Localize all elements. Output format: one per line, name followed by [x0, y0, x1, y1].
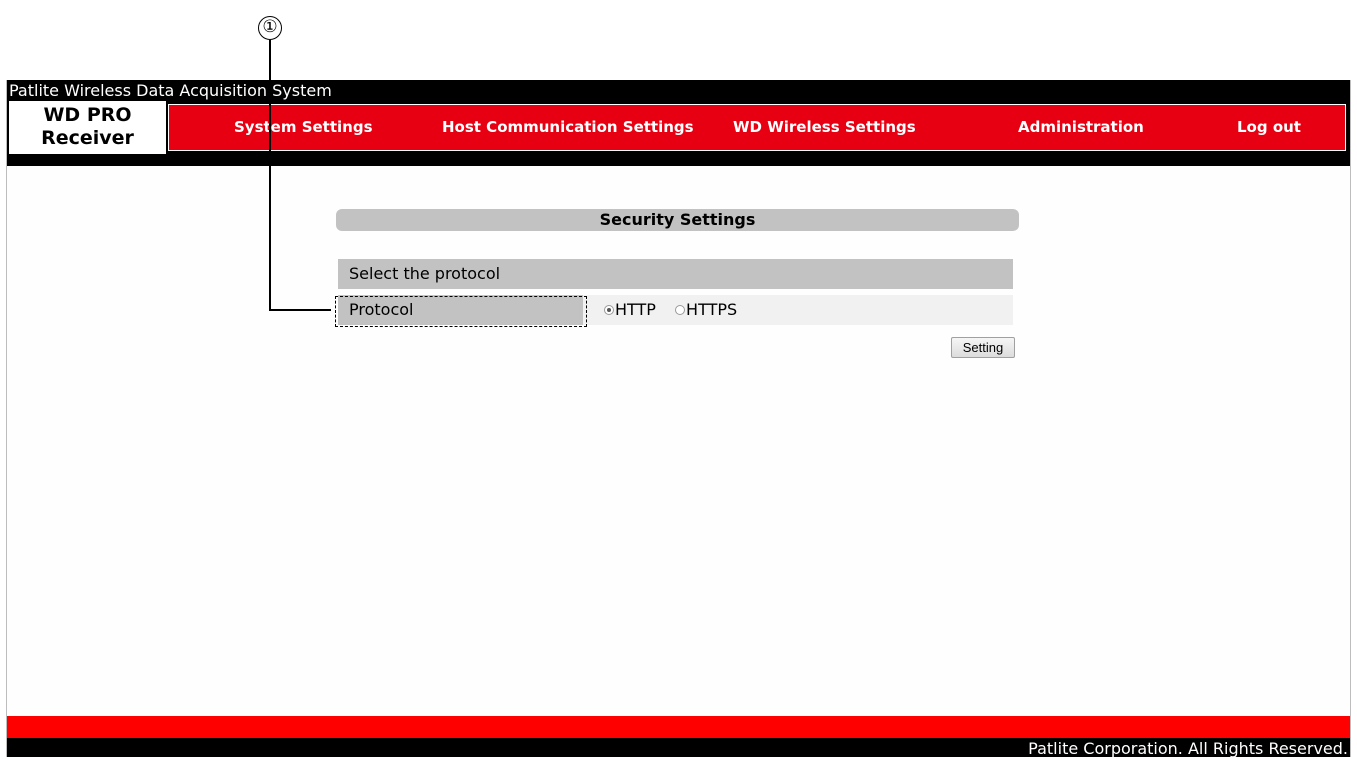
radio-https-label: HTTPS [686, 300, 738, 319]
radio-https[interactable]: HTTPS [675, 295, 737, 325]
footer-copyright: Patlite Corporation. All Rights Reserved… [7, 738, 1350, 758]
callout-leader-horizontal [269, 309, 331, 311]
footer-red-bar [7, 716, 1350, 738]
nav-administration[interactable]: Administration [1018, 105, 1144, 150]
header-bar: WD PRO Receiver System Settings Host Com… [7, 101, 1350, 154]
protocol-label: Protocol [338, 295, 583, 325]
radio-http-label: HTTP [615, 300, 656, 319]
section-title: Security Settings [336, 209, 1019, 231]
app-window: Patlite Wireless Data Acquisition System… [6, 80, 1351, 758]
protocol-row: Protocol HTTP HTTPS [338, 295, 1013, 325]
nav-system-settings[interactable]: System Settings [234, 105, 373, 150]
nav-host-communication-settings[interactable]: Host Communication Settings [442, 105, 694, 150]
product-logo: WD PRO Receiver [9, 101, 166, 154]
logo-line-2: Receiver [41, 127, 134, 149]
group-header: Select the protocol [338, 259, 1013, 289]
nav-wd-wireless-settings[interactable]: WD Wireless Settings [733, 105, 916, 150]
radio-http-dot[interactable] [604, 305, 614, 315]
header-bottom-bar [7, 154, 1350, 166]
radio-http[interactable]: HTTP [604, 295, 656, 325]
setting-button[interactable]: Setting [951, 337, 1015, 358]
callout-leader-vertical [269, 40, 271, 311]
logo-line-1: WD PRO [43, 104, 132, 126]
protocol-radio-group: HTTP HTTPS [604, 295, 751, 325]
nav-log-out[interactable]: Log out [1237, 105, 1301, 150]
radio-https-dot[interactable] [675, 305, 686, 315]
callout-number-badge: ① [258, 16, 282, 40]
window-title: Patlite Wireless Data Acquisition System [7, 80, 1350, 101]
main-nav: System Settings Host Communication Setti… [168, 104, 1346, 151]
